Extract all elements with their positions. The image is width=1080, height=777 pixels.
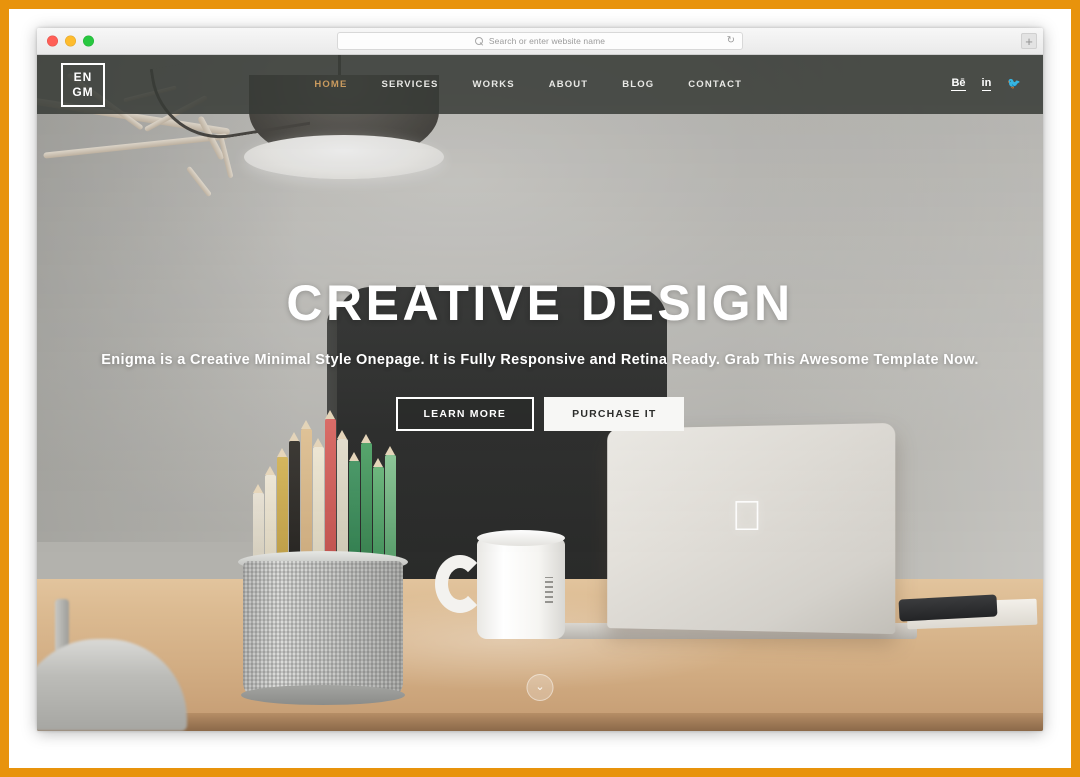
site-header: EN GM HOME SERVICES WORKS ABOUT BLOG CON… bbox=[37, 55, 1043, 114]
social-links: Bē in 🐦 bbox=[951, 78, 1021, 91]
browser-chrome-bar: Search or enter website name ↻ + bbox=[37, 28, 1043, 55]
nav-item-blog[interactable]: BLOG bbox=[622, 79, 654, 90]
address-bar-placeholder: Search or enter website name bbox=[488, 36, 606, 46]
logo-line-top: EN bbox=[73, 70, 93, 84]
hero-cta-group: LEARN MORE PURCHASE IT bbox=[77, 396, 1003, 431]
scroll-down-chevron-icon[interactable]: ⌄ bbox=[526, 674, 554, 701]
twitter-icon[interactable]: 🐦 bbox=[1007, 79, 1021, 90]
hero-section: CREATIVE DESIGN Enigma is a Creative Min… bbox=[37, 277, 1043, 431]
orange-page-frame: Search or enter website name ↻ + EN GM H… bbox=[0, 0, 1080, 777]
nav-item-works[interactable]: WORKS bbox=[473, 79, 515, 90]
linkedin-icon[interactable]: in bbox=[981, 78, 992, 91]
page-viewport:  bbox=[37, 55, 1043, 731]
hero-subtitle: Enigma is a Creative Minimal Style Onepa… bbox=[101, 351, 979, 368]
address-bar[interactable]: Search or enter website name ↻ bbox=[337, 32, 743, 50]
zoom-window-button[interactable] bbox=[83, 35, 94, 47]
purchase-it-button[interactable]: PURCHASE IT bbox=[544, 396, 685, 431]
learn-more-button[interactable]: LEARN MORE bbox=[395, 396, 535, 431]
reload-icon[interactable]: ↻ bbox=[727, 36, 735, 46]
nav-item-about[interactable]: ABOUT bbox=[549, 79, 589, 90]
behance-icon[interactable]: Bē bbox=[951, 78, 966, 91]
window-controls bbox=[47, 35, 94, 47]
apple-logo-icon:  bbox=[731, 492, 762, 539]
laptop:  bbox=[607, 422, 896, 635]
nav-item-contact[interactable]: CONTACT bbox=[688, 79, 742, 90]
pencil-cup-body bbox=[243, 561, 403, 697]
browser-window: Search or enter website name ↻ + EN GM H… bbox=[37, 28, 1043, 731]
mug-print bbox=[545, 577, 553, 603]
desk-edge bbox=[37, 713, 1043, 731]
nav-item-services[interactable]: SERVICES bbox=[381, 79, 438, 90]
white-page-inset: Search or enter website name ↻ + EN GM H… bbox=[9, 9, 1071, 768]
new-tab-button[interactable]: + bbox=[1021, 33, 1037, 49]
pencil-cup-base bbox=[241, 685, 405, 705]
minimize-window-button[interactable] bbox=[65, 35, 76, 47]
branch-twig bbox=[185, 165, 213, 198]
main-navigation: HOME SERVICES WORKS ABOUT BLOG CONTACT bbox=[105, 79, 951, 90]
site-logo[interactable]: EN GM bbox=[61, 62, 105, 107]
nav-item-home[interactable]: HOME bbox=[314, 79, 347, 90]
close-window-button[interactable] bbox=[47, 35, 58, 47]
mug-rim bbox=[477, 530, 565, 546]
branch-twig bbox=[43, 133, 228, 159]
search-icon bbox=[474, 36, 484, 46]
pencil-cup bbox=[238, 397, 408, 705]
logo-line-bottom: GM bbox=[72, 85, 94, 99]
coffee-mug bbox=[435, 527, 565, 639]
page-title: CREATIVE DESIGN bbox=[286, 275, 794, 331]
